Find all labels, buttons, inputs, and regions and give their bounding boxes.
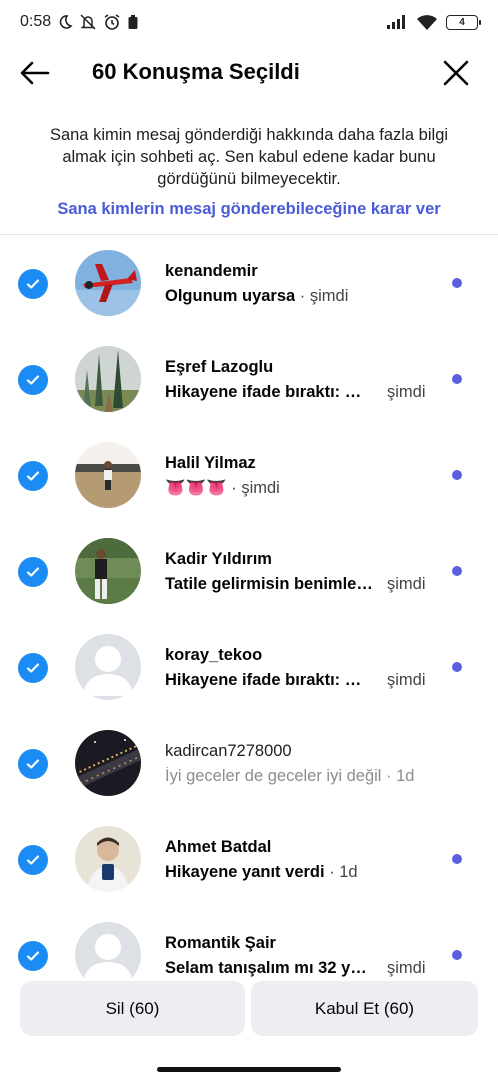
conversation-name: Romantik Şair [165, 934, 276, 952]
message-time: 1d [396, 767, 415, 785]
message-time: 1d [339, 863, 358, 881]
checkmark-icon [26, 663, 40, 673]
checkmark-icon [26, 471, 40, 481]
status-bar: 0:58 4 [0, 0, 498, 44]
message-snippet: Hikayene yanıt verdi [165, 863, 325, 881]
message-time: şimdi [387, 671, 426, 689]
checkmark-icon [26, 279, 40, 289]
conversation-row[interactable]: Romantik Şair Selam tanışalım mı 32 y… şim… [0, 907, 498, 980]
message-time: şimdi [387, 575, 426, 593]
message-time: şimdi [387, 383, 426, 401]
conversation-name: kadircan7278000 [165, 742, 292, 760]
message-time: şimdi [241, 479, 280, 497]
conversation-preview: Selam tanışalım mı 32 y… şimdi [165, 959, 426, 978]
message-time: şimdi [387, 959, 426, 977]
signal-icon [387, 15, 405, 29]
conversation-preview: Hikayene ifade bıraktı: … şimdi [165, 671, 426, 690]
unread-dot [452, 662, 462, 672]
conversation-name: Ahmet Batdal [165, 838, 272, 856]
conversation-row[interactable]: kenandemir Olgunum uyarsa · şimdi [0, 235, 498, 331]
message-time: şimdi [309, 287, 349, 305]
selected-checkbox[interactable] [18, 269, 48, 299]
conversation-name: Kadir Yıldırım [165, 550, 272, 568]
checkmark-icon [26, 375, 40, 385]
message-snippet: Olgunum uyarsa [165, 287, 296, 305]
conversation-preview: İyi geceler de geceler iyi değil · 1d [165, 767, 414, 786]
selected-checkbox[interactable] [18, 365, 48, 395]
checkmark-icon [26, 567, 40, 577]
status-time: 0:58 [20, 13, 52, 30]
home-indicator[interactable] [157, 1067, 341, 1072]
battery-saver-icon [128, 15, 138, 29]
message-snippet: Hikayene ifade bıraktı: … [165, 671, 362, 689]
conversation-preview: Tatile gelirmisin benimle… şimdi [165, 575, 426, 594]
conversation-row[interactable]: Eşref Lazoglu Hikayene ifade bıraktı: … şi… [0, 331, 498, 427]
conversation-preview: Olgunum uyarsa · şimdi [165, 287, 348, 306]
battery-icon: 4 [446, 14, 481, 30]
unread-dot [452, 278, 462, 288]
message-settings-link[interactable]: Sana kimlerin mesaj gönderebileceğine ka… [30, 200, 468, 219]
unread-dot [452, 374, 462, 384]
conversation-list[interactable]: kenandemir Olgunum uyarsa · şimdi Eşref La… [0, 235, 498, 980]
delete-button[interactable]: Sil (60) [20, 981, 245, 1036]
alarm-icon [104, 14, 120, 30]
message-snippet: Tatile gelirmisin benimle… [165, 575, 373, 593]
selected-checkbox[interactable] [18, 749, 48, 779]
conversation-name: koray_tekoo [165, 646, 263, 664]
checkmark-icon [26, 759, 40, 769]
selected-checkbox[interactable] [18, 845, 48, 875]
avatar[interactable] [75, 346, 141, 412]
selected-checkbox[interactable] [18, 653, 48, 683]
avatar[interactable] [75, 730, 141, 796]
separator: · [381, 767, 397, 785]
selected-checkbox[interactable] [18, 941, 48, 971]
close-icon[interactable] [442, 59, 470, 87]
separator: · [295, 287, 310, 305]
conversation-row[interactable]: kadircan7278000 İyi geceler de geceler iy… [0, 715, 498, 811]
avatar[interactable] [75, 442, 141, 508]
checkmark-icon [26, 951, 40, 961]
avatar[interactable] [75, 538, 141, 604]
separator: · [324, 863, 340, 881]
avatar[interactable] [75, 922, 141, 980]
page-title: 60 Konuşma Seçildi [92, 59, 300, 84]
conversation-row[interactable]: Kadir Yıldırım Tatile gelirmisin benimle…… [0, 523, 498, 619]
info-section: Sana kimin mesaj gönderdiği hakkında dah… [30, 124, 468, 219]
accept-button[interactable]: Kabul Et (60) [251, 981, 478, 1036]
conversation-row[interactable]: Ahmet Batdal Hikayene yanıt verdi · 1d [0, 811, 498, 907]
battery-level: 4 [459, 16, 465, 28]
avatar[interactable] [75, 250, 141, 316]
conversation-row[interactable]: koray_tekoo Hikayene ifade bıraktı: … şimd… [0, 619, 498, 715]
conversation-name: kenandemir [165, 262, 258, 280]
unread-dot [452, 854, 462, 864]
message-snippet: 👅👅👅 [165, 479, 227, 497]
conversation-preview: Hikayene yanıt verdi · 1d [165, 863, 358, 882]
message-snippet: İyi geceler de geceler iyi değil [165, 767, 382, 785]
conversation-name: Eşref Lazoglu [165, 358, 274, 376]
moon-icon [59, 15, 73, 29]
checkmark-icon [26, 855, 40, 865]
unread-dot [452, 470, 462, 480]
unread-dot [452, 950, 462, 960]
wifi-icon [417, 15, 437, 30]
bottom-actions: Sil (60) Kabul Et (60) [0, 980, 498, 1080]
conversation-preview: 👅👅👅 · şimdi [165, 479, 280, 498]
conversation-preview: Hikayene ifade bıraktı: … şimdi [165, 383, 426, 402]
info-text: Sana kimin mesaj gönderdiği hakkında dah… [49, 126, 449, 188]
selected-checkbox[interactable] [18, 557, 48, 587]
header: 60 Konuşma Seçildi [0, 44, 498, 102]
conversation-row[interactable]: Halil Yilmaz 👅👅👅 · şimdi [0, 427, 498, 523]
avatar[interactable] [75, 634, 141, 700]
message-snippet: Hikayene ifade bıraktı: … [165, 383, 362, 401]
unread-dot [452, 566, 462, 576]
notifications-off-icon [80, 14, 96, 30]
message-snippet: Selam tanışalım mı 32 y… [165, 959, 367, 977]
selected-checkbox[interactable] [18, 461, 48, 491]
separator: · [226, 479, 242, 497]
avatar[interactable] [75, 826, 141, 892]
conversation-name: Halil Yilmaz [165, 454, 256, 472]
back-arrow-icon[interactable] [18, 58, 52, 88]
